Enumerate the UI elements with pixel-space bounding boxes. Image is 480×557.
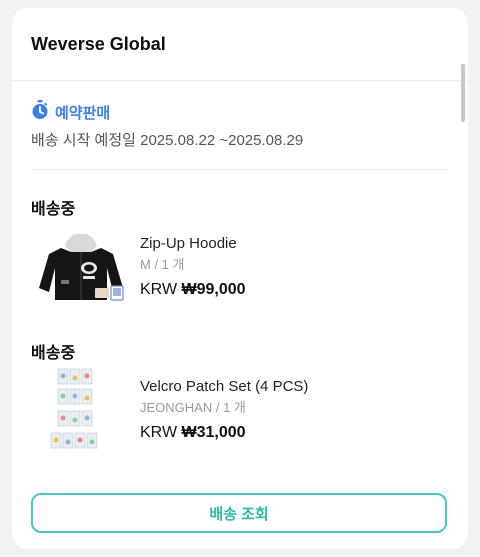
product-name: Velcro Patch Set (4 PCS) xyxy=(140,378,309,395)
price-amount: ₩99,000 xyxy=(181,281,246,298)
store-title: Weverse Global xyxy=(12,8,468,81)
price-amount: ₩31,000 xyxy=(181,424,246,441)
product-price: KRW ₩31,000 xyxy=(140,424,308,442)
order-card: Weverse Global 예약판매 배송 시작 예정일 2025.08.22… xyxy=(12,8,468,549)
patch-set-image xyxy=(31,368,131,449)
order-item[interactable]: Velcro Patch Set (4 PCS) JEONGHAN / 1 개 … xyxy=(31,368,468,449)
price-currency: KRW xyxy=(140,424,178,441)
preorder-label: 예약판매 xyxy=(55,104,111,122)
product-name: Zip-Up Hoodie xyxy=(140,235,237,252)
order-status: 배송중 xyxy=(31,201,76,218)
order-item[interactable]: Zip-Up Hoodie M / 1 개 KRW ₩99,000 xyxy=(31,234,468,304)
order-status: 배송중 xyxy=(31,345,76,362)
ship-date: 배송 시작 예정일 2025.08.22 ~2025.08.29 xyxy=(31,132,304,149)
product-price: KRW ₩99,000 xyxy=(140,281,246,299)
hoodie-image xyxy=(31,234,131,304)
product-option: M / 1 개 xyxy=(140,257,185,272)
stopwatch-icon xyxy=(31,99,49,125)
price-currency: KRW xyxy=(140,281,178,298)
preorder-info: 예약판매 배송 시작 예정일 2025.08.22 ~2025.08.29 xyxy=(31,99,449,170)
product-option: JEONGHAN / 1 개 xyxy=(140,400,246,415)
track-delivery-button[interactable]: 배송 조회 xyxy=(31,493,447,533)
scrollbar[interactable] xyxy=(461,64,465,122)
